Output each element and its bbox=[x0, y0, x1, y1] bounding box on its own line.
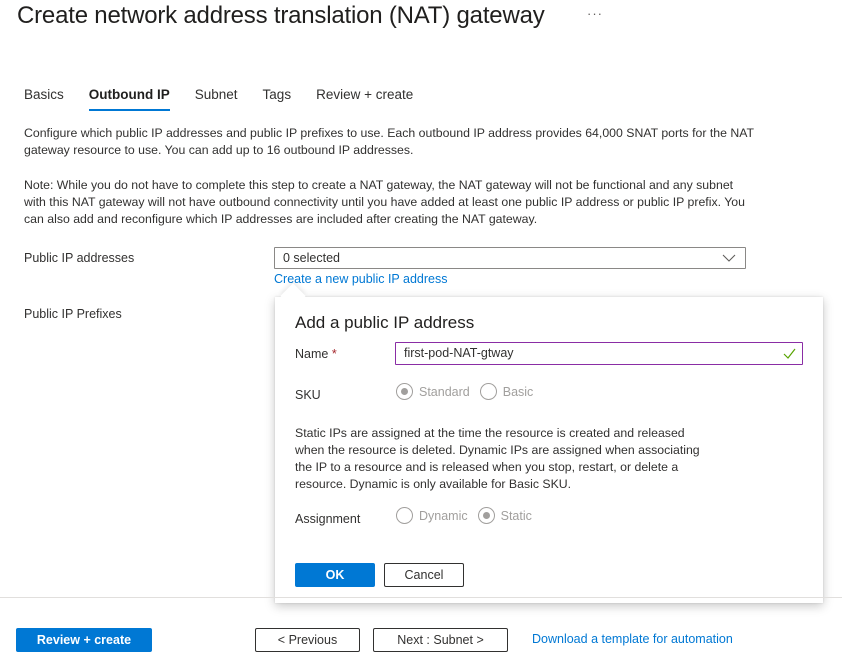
checkmark-icon bbox=[783, 348, 796, 359]
create-public-ip-link[interactable]: Create a new public IP address bbox=[274, 272, 447, 286]
assignment-dynamic-radio[interactable]: Dynamic bbox=[396, 507, 468, 524]
assignment-static-radio[interactable]: Static bbox=[477, 507, 532, 524]
radio-unchecked-icon bbox=[396, 507, 413, 524]
public-ip-addresses-label: Public IP addresses bbox=[24, 251, 135, 265]
callout-title: Add a public IP address bbox=[295, 313, 475, 332]
description-text: Configure which public IP addresses and … bbox=[24, 126, 754, 157]
tab-tags[interactable]: Tags bbox=[263, 87, 292, 108]
footer-divider bbox=[0, 597, 842, 598]
assignment-info-text: Static IPs are assigned at the time the … bbox=[295, 426, 700, 491]
sku-label: SKU bbox=[295, 388, 321, 402]
name-label: Name * bbox=[295, 347, 337, 361]
required-indicator: * bbox=[331, 347, 337, 361]
ok-button[interactable]: OK bbox=[295, 563, 375, 587]
review-create-button[interactable]: Review + create bbox=[16, 628, 152, 652]
wizard-tabs: Basics Outbound IP Subnet Tags Review + … bbox=[24, 87, 438, 111]
name-input-value: first-pod-NAT-gtway bbox=[404, 346, 514, 360]
sku-radio-group: Standard Basic bbox=[396, 383, 543, 400]
tab-outbound-ip[interactable]: Outbound IP bbox=[88, 87, 170, 111]
next-subnet-button[interactable]: Next : Subnet > bbox=[373, 628, 508, 652]
more-options-button[interactable]: ··· bbox=[587, 6, 603, 21]
previous-button[interactable]: < Previous bbox=[255, 628, 360, 652]
radio-checked-icon bbox=[396, 383, 413, 400]
name-input[interactable]: first-pod-NAT-gtway bbox=[395, 342, 803, 365]
sku-standard-radio[interactable]: Standard bbox=[396, 383, 470, 400]
page-title: Create network address translation (NAT)… bbox=[17, 2, 545, 29]
radio-checked-icon bbox=[477, 507, 495, 524]
note-text: Note: While you do not have to complete … bbox=[24, 178, 745, 226]
tab-basics[interactable]: Basics bbox=[24, 87, 64, 108]
tab-subnet[interactable]: Subnet bbox=[195, 87, 238, 108]
cancel-button[interactable]: Cancel bbox=[384, 563, 464, 587]
chevron-down-icon bbox=[722, 254, 736, 262]
dropdown-value: 0 selected bbox=[283, 251, 340, 265]
tab-review-create[interactable]: Review + create bbox=[316, 87, 413, 108]
download-template-link[interactable]: Download a template for automation bbox=[532, 632, 733, 646]
public-ip-prefixes-label: Public IP Prefixes bbox=[24, 307, 122, 321]
sku-basic-radio[interactable]: Basic bbox=[479, 383, 533, 400]
assignment-label: Assignment bbox=[295, 512, 361, 526]
public-ip-addresses-dropdown[interactable]: 0 selected bbox=[274, 247, 746, 269]
assignment-radio-group: Dynamic Static bbox=[396, 507, 542, 524]
radio-unchecked-icon bbox=[479, 383, 497, 400]
